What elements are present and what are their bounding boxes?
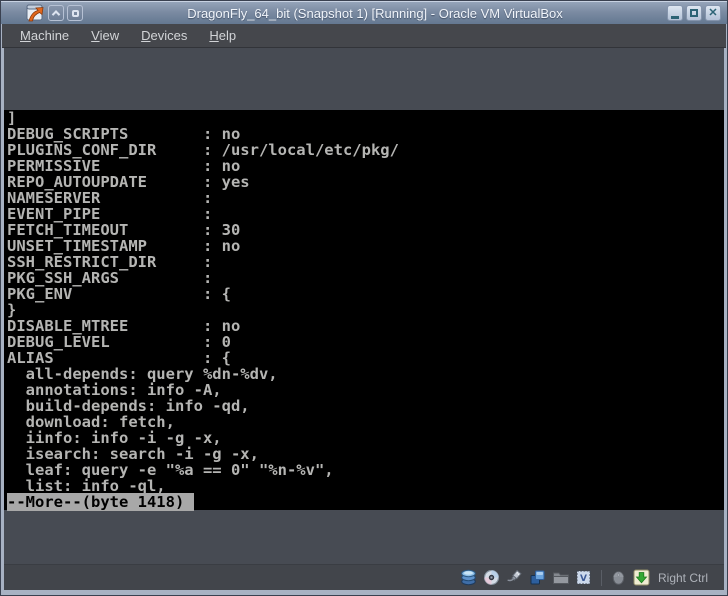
terminal-line: build-depends: info -qd, bbox=[4, 398, 724, 414]
titlebar-right-controls: ✕ bbox=[667, 5, 727, 21]
terminal-line: ALIAS : { bbox=[4, 350, 724, 366]
titlebar-left-controls bbox=[1, 4, 83, 23]
terminal-line: FETCH_TIMEOUT : 30 bbox=[4, 222, 724, 238]
virtualbox-app-icon[interactable] bbox=[25, 4, 45, 23]
menu-devices[interactable]: Devices bbox=[135, 25, 193, 46]
close-button[interactable]: ✕ bbox=[705, 5, 721, 21]
optical-disks-icon[interactable] bbox=[483, 569, 501, 587]
terminal-line: list: info -ql, bbox=[4, 478, 724, 494]
more-prompt-line: --More--(byte 1418) bbox=[4, 494, 724, 510]
minimize-button[interactable] bbox=[667, 5, 683, 21]
display-icon[interactable]: V bbox=[575, 569, 593, 587]
window-title: DragonFly_64_bit (Snapshot 1) [Running] … bbox=[83, 6, 667, 21]
network-icon[interactable] bbox=[529, 569, 547, 587]
maximize-icon bbox=[690, 9, 698, 17]
shade-caret-icon bbox=[52, 10, 60, 18]
menu-help[interactable]: Help bbox=[203, 25, 242, 46]
guest-console-screen[interactable]: ] DEBUG_SCRIPTS : no PLUGINS_CONF_DIR : … bbox=[4, 110, 724, 510]
terminal-line: download: fetch, bbox=[4, 414, 724, 430]
menubar: Machine View Devices Help bbox=[2, 24, 726, 48]
terminal-line: REPO_AUTOUPDATE : yes bbox=[4, 174, 724, 190]
terminal-line: SSH_RESTRICT_DIR : bbox=[4, 254, 724, 270]
menu-machine[interactable]: Machine bbox=[14, 25, 75, 46]
hard-disks-icon[interactable] bbox=[460, 569, 478, 587]
usb-icon[interactable] bbox=[506, 569, 524, 587]
terminal-line: annotations: info -A, bbox=[4, 382, 724, 398]
more-prompt: --More--(byte 1418) bbox=[7, 493, 194, 511]
svg-text:V: V bbox=[581, 574, 588, 584]
statusbar-separator bbox=[601, 570, 602, 586]
terminal-line: PKG_ENV : { bbox=[4, 286, 724, 302]
host-key-icon bbox=[633, 569, 651, 587]
terminal-line: DEBUG_SCRIPTS : no bbox=[4, 126, 724, 142]
terminal-line: NAMESERVER : bbox=[4, 190, 724, 206]
mouse-integration-icon[interactable] bbox=[610, 569, 628, 587]
terminal-line: PERMISSIVE : no bbox=[4, 158, 724, 174]
terminal-line: UNSET_TIMESTAMP : no bbox=[4, 238, 724, 254]
virtualbox-window: DragonFly_64_bit (Snapshot 1) [Running] … bbox=[0, 0, 728, 596]
terminal-line: iinfo: info -i -g -x, bbox=[4, 430, 724, 446]
window-frame-bottom bbox=[0, 590, 728, 596]
terminal-line: DISABLE_MTREE : no bbox=[4, 318, 724, 334]
terminal-line: EVENT_PIPE : bbox=[4, 206, 724, 222]
terminal-line: PLUGINS_CONF_DIR : /usr/local/etc/pkg/ bbox=[4, 142, 724, 158]
terminal-line: } bbox=[4, 302, 724, 318]
menu-view[interactable]: View bbox=[85, 25, 125, 46]
sticky-button[interactable] bbox=[67, 5, 83, 21]
minimize-icon bbox=[671, 16, 679, 19]
terminal-line: all-depends: query %dn-%dv, bbox=[4, 366, 724, 382]
titlebar[interactable]: DragonFly_64_bit (Snapshot 1) [Running] … bbox=[1, 1, 727, 24]
vm-display-area: ] DEBUG_SCRIPTS : no PLUGINS_CONF_DIR : … bbox=[4, 48, 724, 564]
sticky-circle-icon bbox=[72, 10, 79, 17]
terminal-line: ] bbox=[4, 110, 724, 126]
terminal-line: isearch: search -i -g -x, bbox=[4, 446, 724, 462]
maximize-button[interactable] bbox=[686, 5, 702, 21]
terminal-line: DEBUG_LEVEL : 0 bbox=[4, 334, 724, 350]
shade-button[interactable] bbox=[48, 5, 64, 21]
statusbar: V Right Ctrl bbox=[4, 564, 724, 590]
terminal-line: PKG_SSH_ARGS : bbox=[4, 270, 724, 286]
shared-folders-icon[interactable] bbox=[552, 569, 570, 587]
host-key-label: Right Ctrl bbox=[658, 571, 708, 585]
terminal-line: leaf: query -e "%a == 0" "%n-%v", bbox=[4, 462, 724, 478]
